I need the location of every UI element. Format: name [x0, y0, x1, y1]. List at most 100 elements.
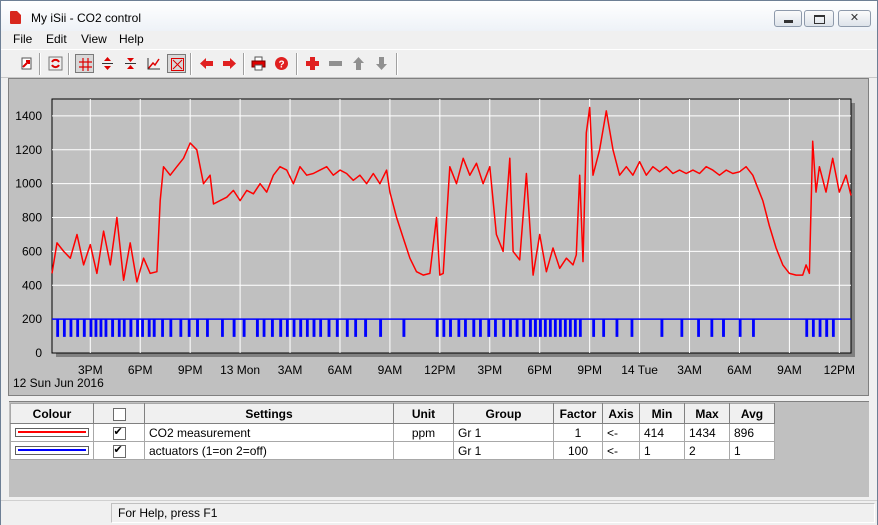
- header-settings[interactable]: Settings: [144, 403, 394, 424]
- series-visible-cell[interactable]: [93, 423, 145, 442]
- menu-file[interactable]: File: [13, 32, 32, 46]
- legend-table: Colour Settings Unit Group Factor Axis M…: [10, 403, 775, 460]
- series-colour-swatch[interactable]: [10, 423, 94, 442]
- window-title: My iSii - CO2 control: [31, 11, 142, 25]
- chart-svg[interactable]: 0 200 400 600 800 1000 1200 1400 3PM 6PM 9PM 13 Mon…: [9, 79, 868, 395]
- print-button[interactable]: [249, 54, 268, 73]
- x-tick-label: 13 Mon: [220, 363, 260, 377]
- export-button[interactable]: [17, 54, 36, 73]
- cross-box-icon: [171, 58, 184, 71]
- grid-toggle-button[interactable]: [75, 54, 94, 73]
- toolbar-separator: [296, 53, 298, 75]
- series-avg: 1: [729, 441, 775, 460]
- header-min[interactable]: Min: [639, 403, 685, 424]
- zoom-in-vertical-button[interactable]: [98, 54, 117, 73]
- move-down-button[interactable]: [372, 54, 391, 73]
- x-tick-label: 3AM: [677, 363, 702, 377]
- svg-text:?: ?: [278, 60, 284, 71]
- plot-frame: [51, 98, 852, 354]
- select-all-checkbox[interactable]: [112, 407, 126, 421]
- scroll-right-button[interactable]: [220, 54, 239, 73]
- header-axis[interactable]: Axis: [602, 403, 640, 424]
- series-visible-cell[interactable]: [93, 441, 145, 460]
- cursor-button[interactable]: [144, 54, 163, 73]
- series-unit: ppm: [393, 423, 454, 442]
- y-tick-label: 600: [22, 244, 42, 258]
- x-tick-label: 12PM: [424, 363, 455, 377]
- move-up-button[interactable]: [349, 54, 368, 73]
- y-tick-label: 200: [22, 312, 42, 326]
- series-colour-swatch[interactable]: [10, 441, 94, 460]
- header-visible[interactable]: [93, 403, 145, 424]
- y-tick-label: 1400: [15, 109, 42, 123]
- zoom-out-vertical-button[interactable]: [121, 54, 140, 73]
- move-down-icon: [376, 57, 387, 70]
- x-tick-label: 9AM: [378, 363, 403, 377]
- refresh-button[interactable]: [46, 54, 65, 73]
- add-icon: [306, 57, 319, 70]
- series-min: 1: [639, 441, 685, 460]
- toolbar-separator: [190, 53, 192, 75]
- legend-row-actuators[interactable]: actuators (1=on 2=off) Gr 1 100 <- 1 2 1: [10, 441, 775, 460]
- x-tick-label: 6AM: [727, 363, 752, 377]
- x-tick-label: 6PM: [527, 363, 552, 377]
- arrow-right-icon: [223, 58, 236, 69]
- title-bar: My iSii - CO2 control: [1, 1, 877, 31]
- move-up-icon: [353, 57, 364, 70]
- series-settings: CO2 measurement: [144, 423, 394, 442]
- series-avg: 896: [729, 423, 775, 442]
- series-min: 414: [639, 423, 685, 442]
- toolbar-separator: [396, 53, 398, 75]
- x-tick-label: 9PM: [577, 363, 602, 377]
- menu-edit[interactable]: Edit: [46, 32, 67, 46]
- series-factor: 1: [553, 423, 603, 442]
- remove-button[interactable]: [326, 54, 345, 73]
- x-tick-label: 12PM: [824, 363, 855, 377]
- toolbar-separator: [243, 53, 245, 75]
- toolbar: ?: [1, 49, 877, 78]
- header-group[interactable]: Group: [453, 403, 554, 424]
- help-button[interactable]: ?: [272, 54, 291, 73]
- cross-box-button[interactable]: [167, 54, 186, 73]
- header-max[interactable]: Max: [684, 403, 730, 424]
- y-tick-label: 800: [22, 211, 42, 225]
- x-tick-label: 3PM: [78, 363, 103, 377]
- menu-view[interactable]: View: [81, 32, 107, 46]
- close-button[interactable]: [838, 10, 871, 27]
- export-icon: [21, 57, 32, 70]
- minimize-button[interactable]: [774, 10, 802, 27]
- series-max: 2: [684, 441, 730, 460]
- series-axis: <-: [602, 441, 640, 460]
- zoom-in-vertical-icon: [102, 57, 113, 70]
- header-avg[interactable]: Avg: [729, 403, 775, 424]
- x-tick-label: 3AM: [278, 363, 303, 377]
- grid-icon: [79, 58, 92, 71]
- header-colour[interactable]: Colour: [10, 403, 94, 424]
- series-settings: actuators (1=on 2=off): [144, 441, 394, 460]
- maximize-button[interactable]: [804, 10, 834, 27]
- x-tick-label: 14 Tue: [621, 363, 658, 377]
- menu-help[interactable]: Help: [119, 32, 144, 46]
- swatch-line: [18, 431, 86, 433]
- x-tick-label: 9AM: [777, 363, 802, 377]
- arrow-left-icon: [200, 58, 213, 69]
- legend-row-co2[interactable]: CO2 measurement ppm Gr 1 1 <- 414 1434 8…: [10, 423, 775, 442]
- x-tick-label: 6PM: [128, 363, 153, 377]
- x-tick-label: 9PM: [178, 363, 203, 377]
- remove-icon: [329, 61, 342, 66]
- scroll-left-button[interactable]: [197, 54, 216, 73]
- toolbar-separator: [68, 53, 70, 75]
- cursor-icon: [147, 58, 160, 70]
- chart-panel[interactable]: 0 200 400 600 800 1000 1200 1400 3PM 6PM 9PM 13 Mon…: [8, 78, 869, 396]
- app-icon: [10, 11, 21, 24]
- series-axis: <-: [602, 423, 640, 442]
- series-visible-checkbox[interactable]: [112, 443, 126, 458]
- series-factor: 100: [553, 441, 603, 460]
- y-tick-label: 1000: [15, 177, 42, 191]
- series-unit: [393, 441, 454, 460]
- series-visible-checkbox[interactable]: [112, 425, 126, 440]
- header-unit[interactable]: Unit: [393, 403, 454, 424]
- legend-panel: Colour Settings Unit Group Factor Axis M…: [9, 401, 869, 497]
- header-factor[interactable]: Factor: [553, 403, 603, 424]
- add-button[interactable]: [303, 54, 322, 73]
